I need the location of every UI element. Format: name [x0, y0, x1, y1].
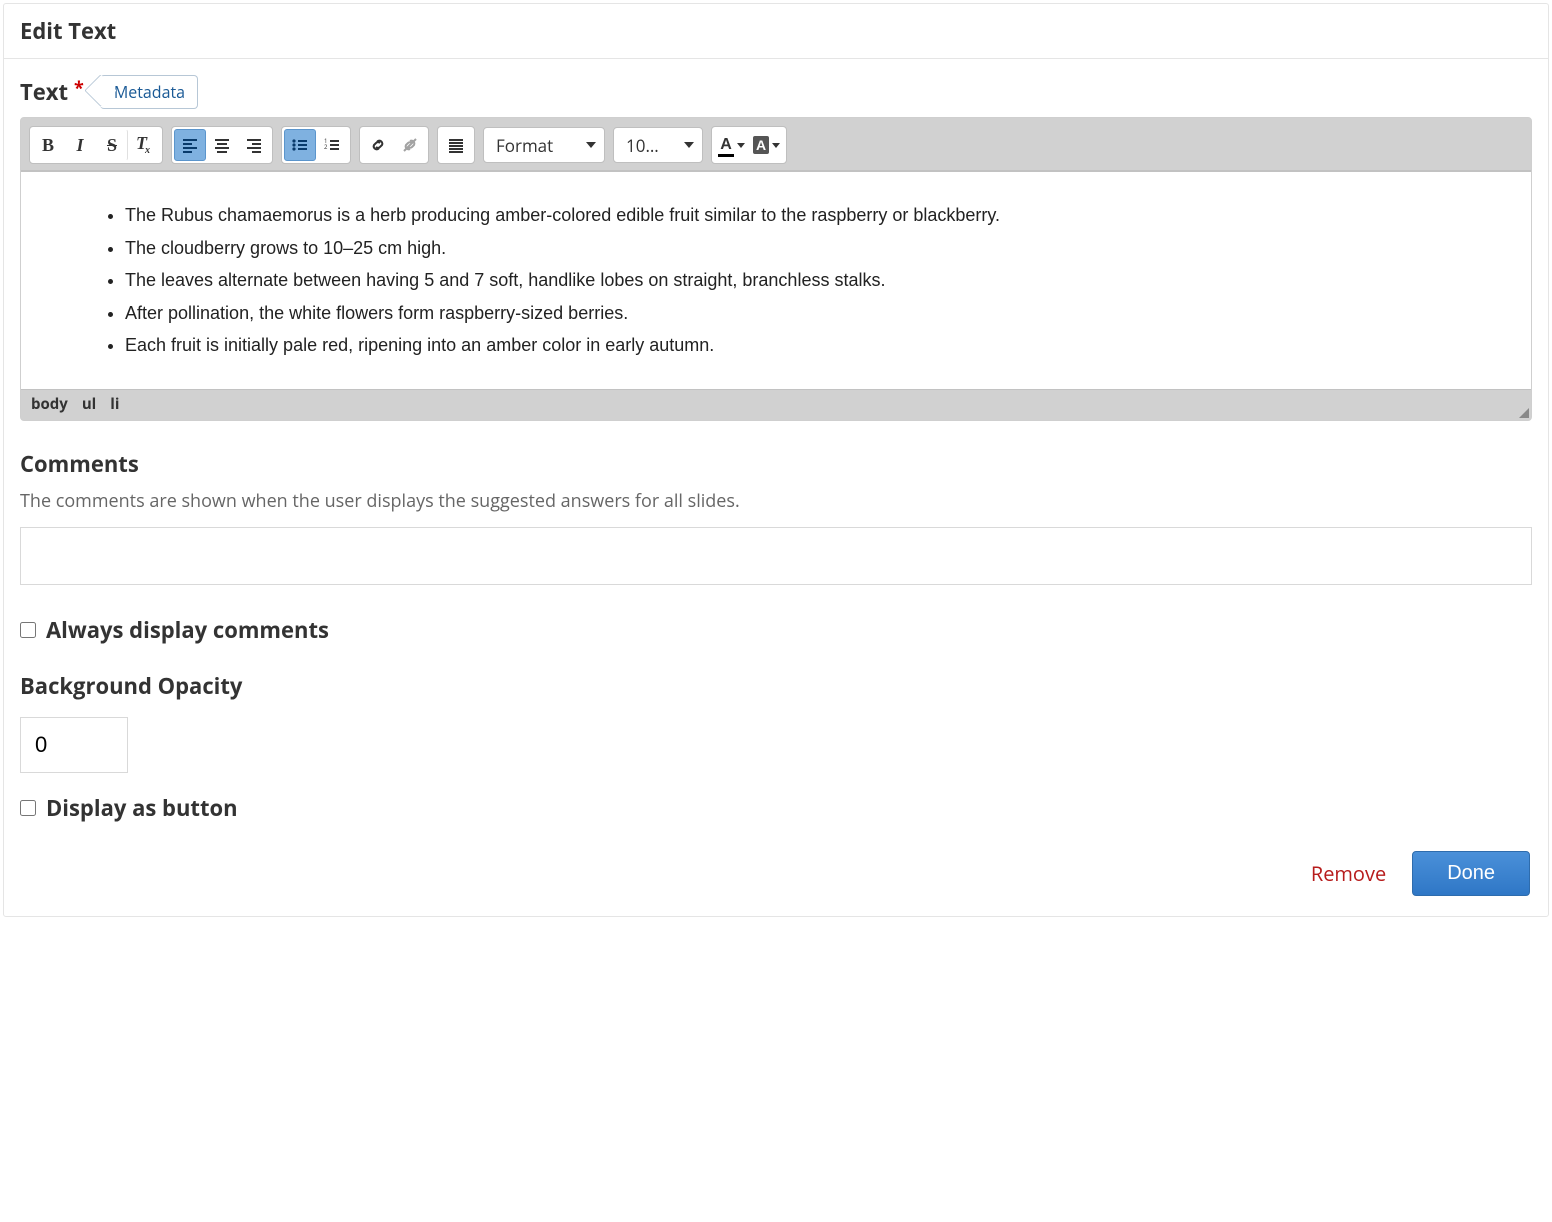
display-button-label[interactable]: Display as button	[46, 793, 238, 823]
opacity-title: Background Opacity	[20, 671, 1532, 701]
align-left-button[interactable]	[174, 129, 206, 161]
unlink-button[interactable]	[394, 129, 426, 161]
list-group: 12	[281, 126, 351, 164]
strikethrough-button[interactable]: S	[96, 129, 128, 161]
edit-text-panel: Edit Text Text * Metadata B I S Tx	[3, 3, 1549, 917]
numbered-list-button[interactable]: 12	[316, 129, 348, 161]
content-list: The Rubus chamaemorus is a herb producin…	[43, 200, 1509, 361]
svg-text:2: 2	[324, 143, 328, 151]
text-color-button[interactable]: A	[714, 129, 749, 161]
link-button[interactable]	[362, 129, 394, 161]
element-path: body ul li	[21, 390, 1531, 420]
justify-button[interactable]	[440, 129, 472, 161]
text-field-label: Text	[20, 77, 68, 107]
remove-format-button[interactable]: Tx	[128, 129, 160, 161]
display-button-checkbox[interactable]	[20, 800, 36, 816]
comments-help: The comments are shown when the user dis…	[20, 489, 1532, 513]
metadata-label: Metadata	[114, 81, 185, 103]
remove-link[interactable]: Remove	[1311, 860, 1386, 887]
caret-down-icon	[586, 142, 596, 148]
align-center-button[interactable]	[206, 129, 238, 161]
always-display-label[interactable]: Always display comments	[46, 615, 329, 645]
list-item: The cloudberry grows to 10–25 cm high.	[125, 233, 1509, 264]
font-size-select[interactable]: 10…	[613, 127, 703, 163]
list-item: The Rubus chamaemorus is a herb producin…	[125, 200, 1509, 231]
format-select-label: Format	[496, 134, 553, 157]
comments-title: Comments	[20, 449, 1532, 479]
rich-text-editor: B I S Tx	[20, 117, 1532, 421]
done-button[interactable]: Done	[1412, 851, 1530, 896]
color-group: A A	[711, 126, 787, 164]
justify-group	[437, 126, 475, 164]
editor-toolbar: B I S Tx	[21, 118, 1531, 171]
opacity-input[interactable]	[20, 717, 128, 773]
resize-handle[interactable]	[1519, 408, 1529, 418]
list-item: Each fruit is initially pale red, ripeni…	[125, 330, 1509, 361]
italic-button[interactable]: I	[64, 129, 96, 161]
bold-button[interactable]: B	[32, 129, 64, 161]
link-group	[359, 126, 429, 164]
display-button-row: Display as button	[20, 793, 1532, 823]
format-group: B I S Tx	[29, 126, 163, 164]
page-title: Edit Text	[20, 16, 1532, 46]
caret-down-icon	[684, 142, 694, 148]
footer: Remove Done	[4, 841, 1548, 916]
comments-input[interactable]	[20, 527, 1532, 585]
always-display-row: Always display comments	[20, 615, 1532, 645]
path-li[interactable]: li	[110, 394, 119, 414]
metadata-button[interactable]: Metadata	[100, 75, 198, 109]
list-item: The leaves alternate between having 5 an…	[125, 265, 1509, 296]
panel-header: Edit Text	[4, 4, 1548, 59]
text-field-row: Text * Metadata	[20, 75, 1532, 109]
align-group	[171, 126, 273, 164]
bg-color-button[interactable]: A	[749, 129, 784, 161]
format-select[interactable]: Format	[483, 127, 605, 163]
editor-content[interactable]: The Rubus chamaemorus is a herb producin…	[21, 171, 1531, 390]
caret-down-icon	[772, 143, 780, 148]
caret-down-icon	[737, 143, 745, 148]
required-asterisk: *	[74, 76, 84, 100]
path-body[interactable]: body	[31, 394, 68, 414]
bullet-list-button[interactable]	[284, 129, 316, 161]
path-ul[interactable]: ul	[82, 394, 96, 414]
list-item: After pollination, the white flowers for…	[125, 298, 1509, 329]
always-display-checkbox[interactable]	[20, 622, 36, 638]
font-size-label: 10…	[626, 134, 659, 157]
align-right-button[interactable]	[238, 129, 270, 161]
panel-body: Text * Metadata B I S Tx	[4, 59, 1548, 841]
